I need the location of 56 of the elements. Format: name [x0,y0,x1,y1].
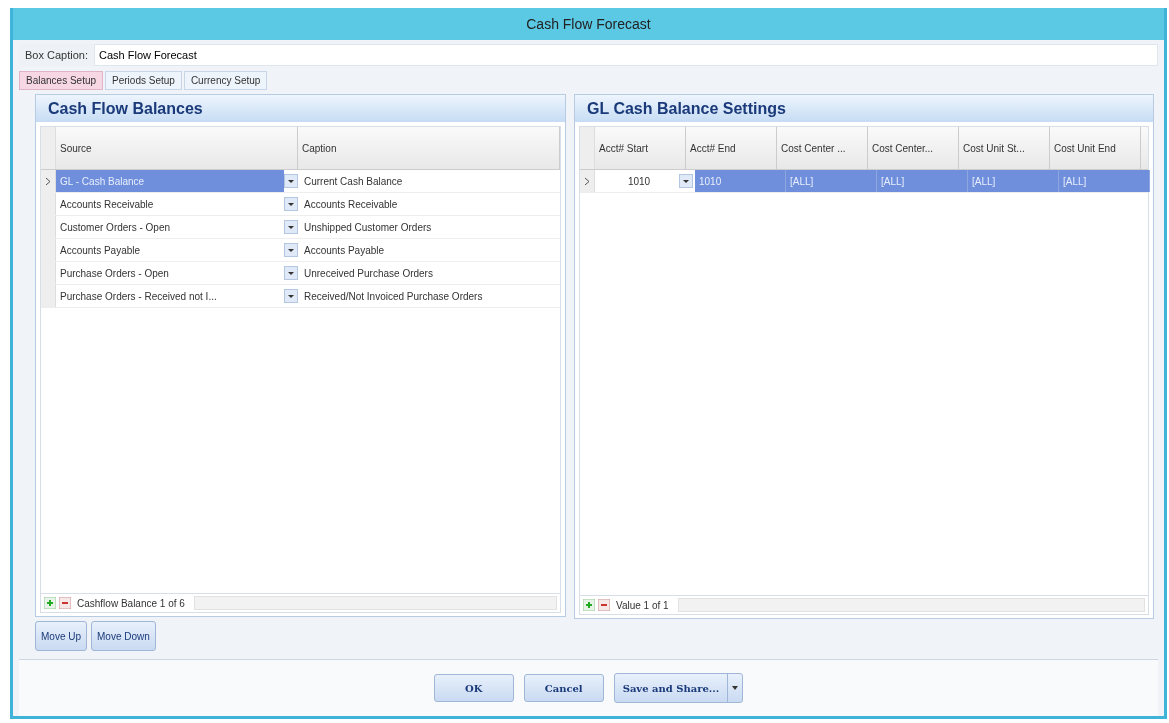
column-header[interactable]: Source [56,127,298,169]
scroll-bar[interactable] [677,598,1145,612]
scroll-bar[interactable] [193,596,557,610]
dropdown-icon[interactable] [284,174,298,188]
cancel-button[interactable]: Cancel [523,674,604,702]
column-header[interactable]: Acct# Start [595,127,686,169]
table-cell-text: Unreceived Purchase Orders [303,266,434,281]
record-counter: Value 1 of 1 [616,599,669,611]
table-cell-text: Accounts Payable [303,243,386,258]
move-button[interactable]: Move Down [91,621,156,651]
column-header[interactable]: Acct# End [686,127,777,169]
add-icon[interactable] [44,597,56,609]
table-cell: [ALL] [1059,170,1150,192]
panel-title: Cash Flow Balances [36,95,565,122]
table-cell-text: Current Cash Balance [303,174,404,189]
row-header[interactable] [41,170,56,192]
table-cell: 1010 [695,170,786,192]
table-cell[interactable]: Accounts Receivable [56,193,284,215]
dropdown-icon[interactable] [284,197,298,211]
column-header[interactable]: Cost Unit St... [959,127,1050,169]
table-cell[interactable]: Purchase Orders - Open [56,262,284,284]
row-header[interactable] [580,170,595,192]
tab[interactable]: Periods Setup [105,71,182,90]
dropdown-icon[interactable] [284,243,298,257]
remove-icon[interactable] [598,599,610,611]
table-cell[interactable]: Purchase Orders - Received not I... [56,285,284,307]
dropdown-icon[interactable] [284,289,298,303]
ok-button[interactable]: OK [433,674,514,702]
tab[interactable]: Balances Setup [19,71,104,90]
remove-icon[interactable] [59,597,71,609]
column-header[interactable]: Cost Center... [868,127,959,169]
dropdown-icon[interactable] [284,266,298,280]
table-cell[interactable]: 1010 [595,170,679,192]
record-counter: Cashflow Balance 1 of 6 [77,597,185,609]
table-cell: [ALL] [968,170,1059,192]
table-cell-text: Accounts Receivable [303,197,399,212]
add-icon[interactable] [583,599,595,611]
row-indicator-icon [584,176,590,186]
box-caption-field[interactable]: Cash Flow Forecast [94,44,1158,66]
table-cell: [ALL] [877,170,968,192]
table-cell-text: Received/Not Invoiced Purchase Orders [303,289,484,304]
table-cell: [ALL] [786,170,877,192]
table-cell-text: Unshipped Customer Orders [303,220,433,235]
window-title: Cash Flow Forecast [13,8,1164,40]
row-indicator-icon [45,176,51,186]
column-header[interactable]: Caption [298,127,560,169]
column-header[interactable]: Cost Center ... [777,127,868,169]
dropdown-icon[interactable] [284,220,298,234]
move-button[interactable]: Move Up [35,621,87,651]
tab[interactable]: Currency Setup [183,71,268,90]
table-cell[interactable]: Customer Orders - Open [56,216,284,238]
dropdown-icon[interactable] [679,174,693,188]
save-share-button[interactable]: Save and Share... [613,673,744,703]
column-header[interactable]: Cost Unit End [1050,127,1141,169]
table-cell[interactable]: Accounts Payable [56,239,284,261]
panel-title: GL Cash Balance Settings [575,95,1153,122]
